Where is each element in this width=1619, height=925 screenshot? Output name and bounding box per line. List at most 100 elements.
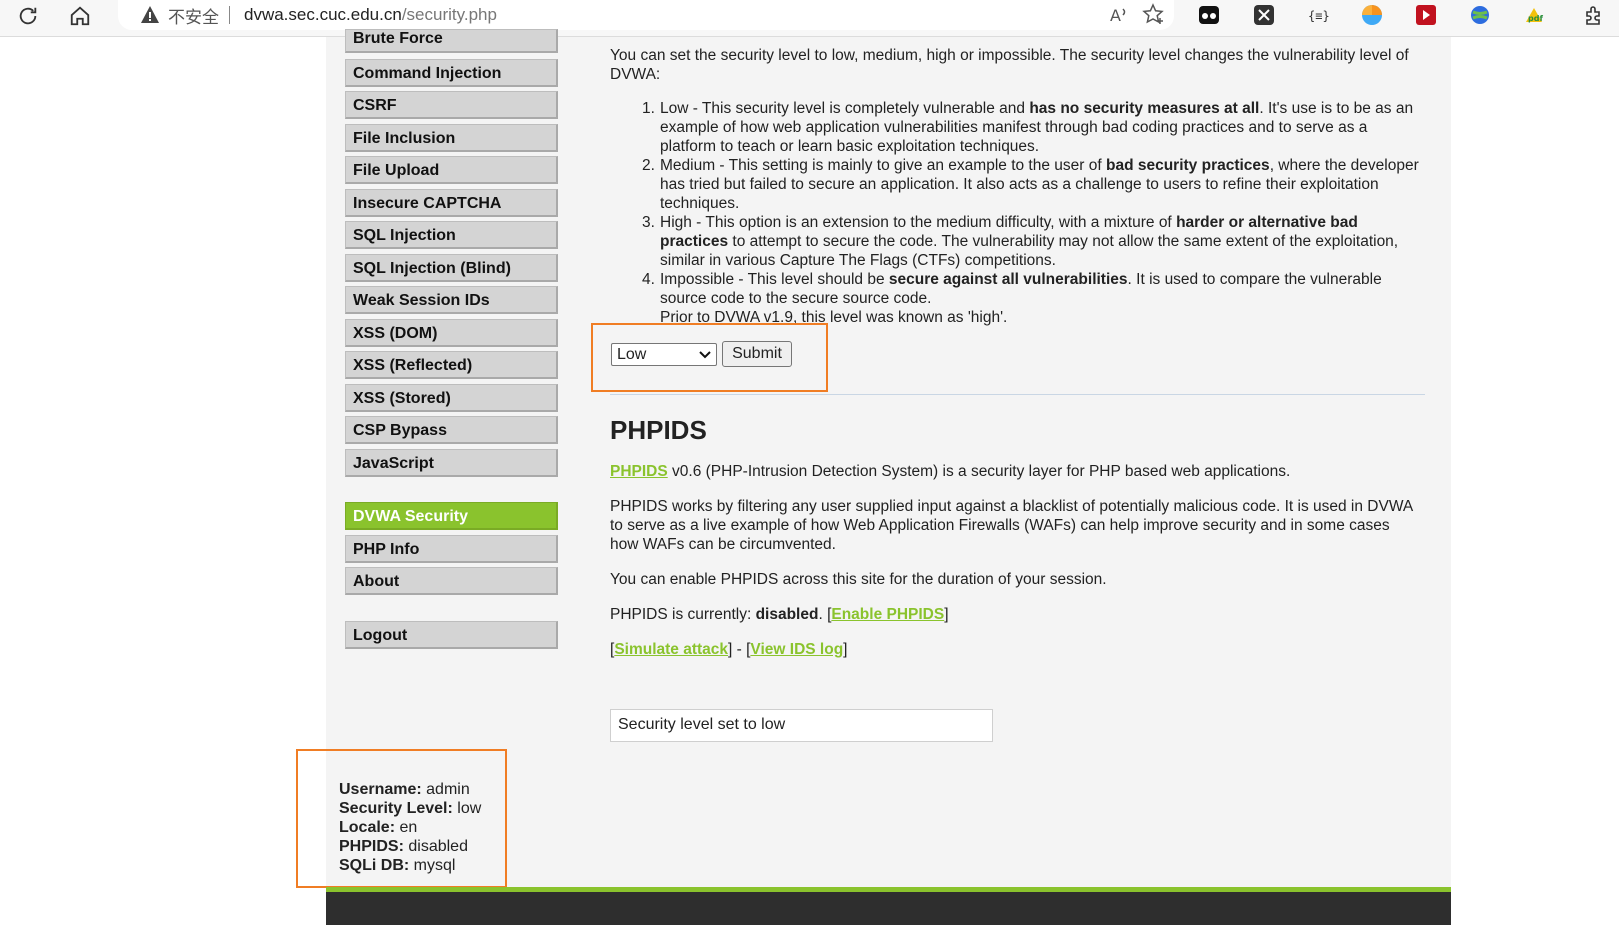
menu-item-javascript[interactable]: JavaScript bbox=[345, 449, 558, 477]
level-item-high: 3. High - This option is an extension to … bbox=[610, 213, 1425, 270]
level-bold: has no security measures at all bbox=[1029, 100, 1260, 117]
home-icon[interactable] bbox=[64, 2, 96, 30]
browser-toolbar: 不安全 dvwa.sec.cuc.edu.cn/security.php A {… bbox=[0, 0, 1619, 37]
extensions-puzzle-icon[interactable] bbox=[1582, 3, 1606, 27]
phpids-desc-text: v0.6 (PHP-Intrusion Detection System) is… bbox=[667, 463, 1291, 480]
menu-item-insecure-captcha[interactable]: Insecure CAPTCHA bbox=[345, 189, 558, 217]
phpids-actions-line: [Simulate attack] - [View IDS log] bbox=[610, 640, 1422, 659]
simulate-attack-link[interactable]: Simulate attack bbox=[614, 641, 728, 658]
page-margin-left bbox=[0, 37, 326, 925]
info-value: disabled bbox=[408, 838, 468, 855]
level-text: to attempt to secure the code. The vulne… bbox=[660, 233, 1399, 269]
extension-icon[interactable] bbox=[1197, 3, 1221, 27]
info-label: SQLi DB: bbox=[339, 857, 410, 874]
colorful-extension-icon[interactable] bbox=[1360, 3, 1384, 27]
submit-button[interactable]: Submit bbox=[722, 341, 792, 367]
level-text: Medium - This setting is mainly to give … bbox=[660, 157, 1106, 174]
level-bold: bad security practices bbox=[1105, 157, 1270, 174]
url-text: dvwa.sec.cuc.edu.cn/security.php bbox=[244, 5, 497, 25]
menu-item-php-info[interactable]: PHP Info bbox=[345, 535, 558, 563]
chevron-down-icon bbox=[699, 346, 711, 364]
info-value: mysql bbox=[413, 857, 456, 874]
phpids-description: PHPIDS v0.6 (PHP-Intrusion Detection Sys… bbox=[610, 462, 1422, 481]
url-host: dvwa.sec.cuc.edu.cn bbox=[244, 5, 402, 24]
menu-item-dvwa-security[interactable]: DVWA Security bbox=[345, 502, 558, 530]
warning-icon bbox=[140, 5, 160, 25]
level-text: Low - This security level is completely … bbox=[660, 100, 1030, 117]
footer bbox=[326, 892, 1451, 925]
list-number: 4. bbox=[642, 271, 655, 288]
divider bbox=[610, 394, 1425, 395]
menu-item-logout[interactable]: Logout bbox=[345, 621, 558, 649]
menu-item-about[interactable]: About bbox=[345, 567, 558, 595]
menu-item-sql-injection[interactable]: SQL Injection bbox=[345, 221, 558, 249]
level-item-impossible: 4. Impossible - This level should be secu… bbox=[610, 270, 1425, 327]
page-margin-right bbox=[1451, 37, 1619, 925]
status-prefix: PHPIDS is currently: bbox=[610, 606, 756, 623]
security-level-select[interactable]: Low bbox=[611, 343, 717, 366]
level-text: High - This option is an extension to th… bbox=[660, 214, 1177, 231]
security-intro: You can set the security level to low, m… bbox=[610, 47, 1409, 83]
menu-item-xss-stored[interactable]: XSS (Stored) bbox=[345, 384, 558, 412]
phpids-status-value: disabled bbox=[755, 606, 819, 623]
reload-icon[interactable] bbox=[12, 2, 44, 30]
menu-item-file-upload[interactable]: File Upload bbox=[345, 156, 558, 184]
info-value: low bbox=[457, 800, 482, 817]
phpids-link[interactable]: PHPIDS bbox=[610, 463, 668, 480]
json-extension-icon[interactable]: {≡} bbox=[1306, 3, 1330, 27]
info-value: admin bbox=[426, 781, 470, 798]
info-phpids: PHPIDS: disabled bbox=[339, 837, 481, 856]
enable-phpids-link[interactable]: Enable PHPIDS bbox=[831, 606, 944, 623]
info-sqli-db: SQLi DB: mysql bbox=[339, 856, 481, 875]
phpids-heading: PHPIDS bbox=[610, 415, 707, 445]
view-ids-log-link[interactable]: View IDS log bbox=[750, 641, 843, 658]
status-bracket: . [ bbox=[818, 606, 832, 623]
info-label: PHPIDS: bbox=[339, 838, 404, 855]
info-username: Username: admin bbox=[339, 780, 481, 799]
info-security-level: Security Level: low bbox=[339, 799, 481, 818]
menu-item-xss-reflected[interactable]: XSS (Reflected) bbox=[345, 351, 558, 379]
info-label: Username: bbox=[339, 781, 422, 798]
menu-item-csp-bypass[interactable]: CSP Bypass bbox=[345, 416, 558, 444]
favorite-add-icon[interactable] bbox=[1142, 3, 1166, 32]
pdf-extension-icon[interactable]: pdf bbox=[1522, 3, 1546, 27]
info-label: Security Level: bbox=[339, 800, 453, 817]
info-label: Locale: bbox=[339, 819, 396, 836]
menu-item-xss-dom[interactable]: XSS (DOM) bbox=[345, 319, 558, 347]
action-separator: ] - [ bbox=[728, 641, 751, 658]
list-number: 2. bbox=[642, 157, 655, 174]
svg-text:{≡}: {≡} bbox=[1308, 9, 1329, 23]
select-value: Low bbox=[617, 345, 647, 363]
phpids-enable-text: You can enable PHPIDS across this site f… bbox=[610, 571, 1107, 588]
globe-extension-icon[interactable] bbox=[1468, 3, 1492, 27]
user-info: Username: admin Security Level: low Loca… bbox=[339, 780, 481, 875]
x-extension-icon[interactable] bbox=[1252, 3, 1276, 27]
menu-item-sql-injection-blind[interactable]: SQL Injection (Blind) bbox=[345, 254, 558, 282]
menu-item-brute-force[interactable]: Brute Force bbox=[345, 29, 558, 53]
svg-text:A: A bbox=[1110, 6, 1121, 25]
level-bold: secure against all vulnerabilities bbox=[888, 271, 1128, 288]
status-bracket: ] bbox=[944, 606, 949, 623]
level-item-medium: 2. Medium - This setting is mainly to giv… bbox=[610, 156, 1425, 213]
address-separator bbox=[229, 6, 230, 24]
security-levels-list: 1. Low - This security level is completel… bbox=[610, 99, 1425, 327]
menu-item-weak-session-ids[interactable]: Weak Session IDs bbox=[345, 286, 558, 314]
info-locale: Locale: en bbox=[339, 818, 481, 837]
status-message: Security level set to low bbox=[610, 709, 993, 742]
level-item-low: 1. Low - This security level is completel… bbox=[610, 99, 1425, 156]
insecure-label: 不安全 bbox=[168, 7, 219, 27]
action-bracket: ] bbox=[843, 641, 848, 658]
level-text: Impossible - This level should be bbox=[660, 271, 889, 288]
phpids-works-text: PHPIDS works by filtering any user suppl… bbox=[610, 498, 1413, 553]
url-path: /security.php bbox=[401, 5, 497, 24]
menu-item-file-inclusion[interactable]: File Inclusion bbox=[345, 124, 558, 152]
phpids-status-line: PHPIDS is currently: disabled. [Enable P… bbox=[610, 605, 1422, 624]
menu-item-csrf[interactable]: CSRF bbox=[345, 91, 558, 119]
list-number: 3. bbox=[642, 214, 655, 231]
info-value: en bbox=[399, 819, 418, 836]
menu-item-command-injection[interactable]: Command Injection bbox=[345, 59, 558, 87]
read-aloud-icon[interactable]: A bbox=[1108, 3, 1132, 32]
video-extension-icon[interactable] bbox=[1414, 3, 1438, 27]
address-bar[interactable]: 不安全 dvwa.sec.cuc.edu.cn/security.php A bbox=[118, 0, 1174, 30]
svg-text:pdf: pdf bbox=[1528, 14, 1543, 23]
